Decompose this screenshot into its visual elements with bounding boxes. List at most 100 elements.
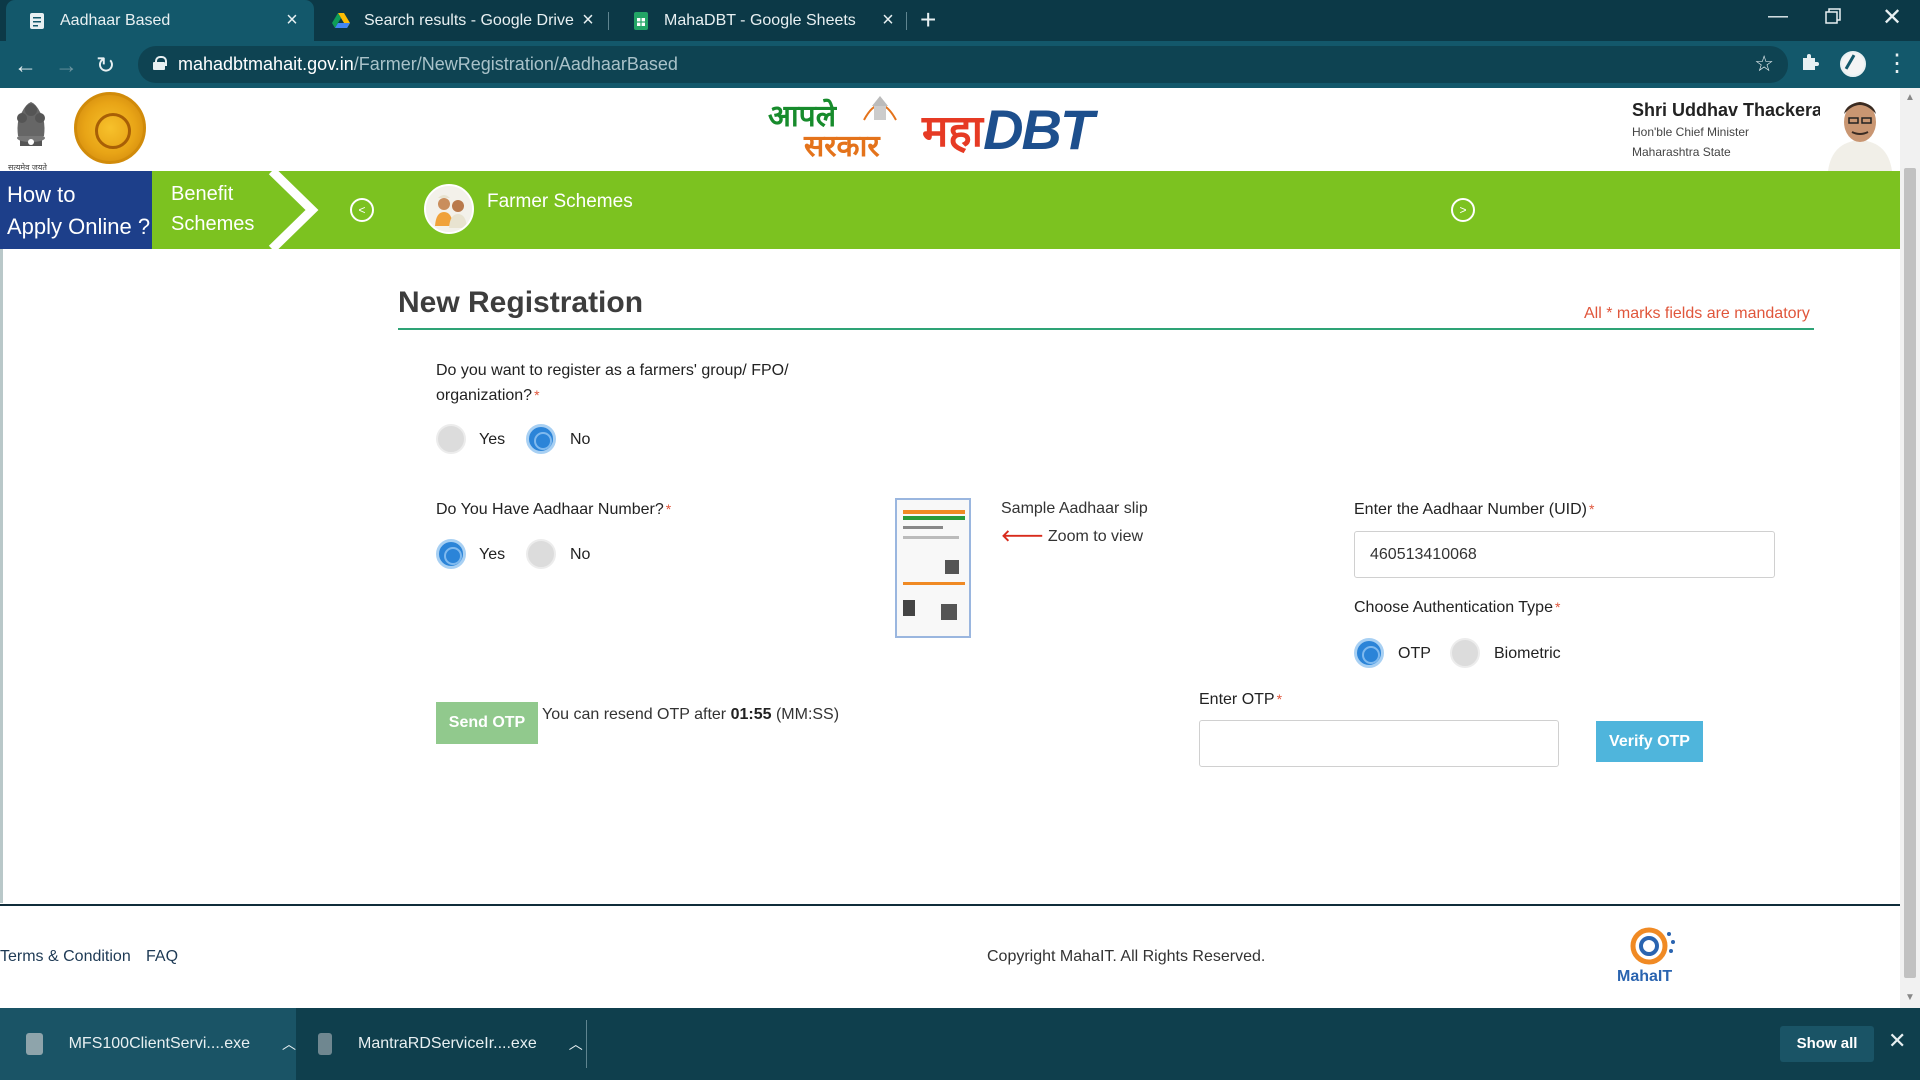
- page-viewport: सत्यमेव जयते आपले सरकार महा DBT Shri Udd…: [0, 88, 1900, 1008]
- download-item[interactable]: MFS100ClientServi....exe ︿: [0, 1008, 296, 1080]
- auth-otp-label[interactable]: OTP: [1398, 645, 1431, 663]
- otp-label: Enter OTP *: [1199, 687, 1282, 712]
- tab-aadhaar-based[interactable]: Aadhaar Based ×: [6, 0, 314, 41]
- lock-icon: [153, 56, 167, 70]
- close-icon[interactable]: ×: [878, 9, 898, 32]
- send-otp-button[interactable]: Send OTP: [436, 702, 538, 744]
- download-shelf: MFS100ClientServi....exe ︿ MantraRDServi…: [0, 1008, 1920, 1080]
- download-filename: MFS100ClientServi....exe: [68, 1035, 250, 1052]
- sample-aadhaar-thumbnail[interactable]: [895, 498, 971, 638]
- download-separator: [586, 1020, 587, 1068]
- page-title: New Registration: [398, 286, 644, 319]
- auth-type-label-text: Choose Authentication Type: [1354, 599, 1553, 616]
- carousel-prev-icon[interactable]: <: [350, 198, 374, 222]
- restore-icon[interactable]: [1825, 7, 1841, 30]
- window-close-icon[interactable]: ✕: [1882, 3, 1902, 32]
- show-all-downloads-button[interactable]: Show all: [1780, 1026, 1874, 1062]
- required-asterisk: *: [1554, 599, 1561, 615]
- verify-otp-button[interactable]: Verify OTP: [1596, 721, 1703, 762]
- tab-title: Search results - Google Drive: [364, 11, 574, 29]
- fpo-no-radio[interactable]: [526, 424, 556, 454]
- close-icon[interactable]: ×: [578, 9, 598, 32]
- how-to-line2: Apply Online ?: [7, 214, 151, 239]
- scroll-up-icon[interactable]: ▲: [1905, 92, 1915, 103]
- farmer-schemes-link[interactable]: Farmer Schemes: [487, 191, 633, 213]
- zoom-to-view-text: Zoom to view: [1047, 528, 1144, 545]
- uid-label-text: Enter the Aadhaar Number (UID): [1354, 501, 1587, 518]
- scrollbar-thumb[interactable]: [1904, 168, 1916, 978]
- mandatory-note: All * marks fields are mandatory: [1584, 305, 1810, 322]
- national-emblem-logo: सत्यमेव जयते: [6, 90, 56, 172]
- scroll-down-icon[interactable]: ▼: [1905, 992, 1915, 1003]
- extensions-puzzle-icon[interactable]: [1800, 52, 1820, 78]
- mahait-logo: MahaIT: [1615, 924, 1687, 990]
- google-drive-icon: [332, 12, 350, 30]
- bookmark-star-icon[interactable]: ☆: [1754, 51, 1774, 77]
- close-icon[interactable]: ×: [282, 9, 302, 32]
- auth-biometric-label[interactable]: Biometric: [1494, 645, 1561, 663]
- url-host: mahadbtmahait.gov.in: [178, 54, 354, 74]
- browser-menu-icon[interactable]: ⋮: [1885, 49, 1909, 78]
- fpo-yes-radio[interactable]: [436, 424, 466, 454]
- aadhaar-no-label[interactable]: No: [570, 546, 590, 564]
- address-bar[interactable]: mahadbtmahait.gov.in/Farmer/NewRegistrat…: [138, 46, 1788, 83]
- sample-aadhaar-label: Sample Aadhaar slip: [1001, 500, 1148, 517]
- benefit-schemes-label: Benefit Schemes: [171, 179, 254, 239]
- chevron-up-icon[interactable]: ︿: [282, 1034, 296, 1054]
- tab-title: Aadhaar Based: [60, 11, 171, 29]
- fpo-question-label: Do you want to register as a farmers' gr…: [436, 358, 789, 408]
- close-shelf-icon[interactable]: ✕: [1888, 1028, 1906, 1054]
- aadhaar-question-label: Do You Have Aadhaar Number? *: [436, 497, 671, 522]
- auth-otp-radio[interactable]: [1354, 638, 1384, 668]
- minimize-icon[interactable]: —: [1768, 5, 1788, 28]
- fpo-question-line1: Do you want to register as a farmers' gr…: [436, 362, 789, 379]
- mahait-logo-text: MahaIT: [1617, 968, 1673, 985]
- terms-link[interactable]: Terms & Condition: [0, 948, 131, 966]
- fpo-no-label[interactable]: No: [570, 431, 590, 449]
- how-to-line1: How to: [7, 182, 76, 207]
- aadhaar-yes-label[interactable]: Yes: [479, 546, 505, 564]
- tab-google-drive[interactable]: Search results - Google Drive ×: [310, 0, 610, 41]
- left-border-line: [0, 249, 3, 903]
- auth-biometric-radio[interactable]: [1450, 638, 1480, 668]
- required-asterisk: *: [665, 501, 672, 517]
- how-to-apply-link[interactable]: How to Apply Online ?: [0, 171, 152, 249]
- aadhaar-number-input[interactable]: [1354, 531, 1775, 578]
- resend-suffix: (MM:SS): [775, 706, 840, 723]
- otp-label-text: Enter OTP: [1199, 691, 1275, 708]
- download-item[interactable]: MantraRDServiceIr....exe ︿: [298, 1008, 586, 1080]
- tab-google-sheets[interactable]: MahaDBT - Google Sheets ×: [610, 0, 910, 41]
- faq-link[interactable]: FAQ: [146, 948, 178, 966]
- aadhaar-no-radio[interactable]: [526, 539, 556, 569]
- back-arrow-icon[interactable]: ←: [14, 52, 37, 79]
- aaple-sarkar-logo: आपले सरकार: [768, 90, 908, 164]
- scheme-nav-bar: How to Apply Online ? Benefit Schemes < …: [0, 167, 1900, 253]
- logo-dbt: DBT: [983, 97, 1094, 161]
- aadhaar-yes-radio[interactable]: [436, 539, 466, 569]
- profile-avatar[interactable]: [1840, 51, 1866, 77]
- footer-divider: [0, 904, 1900, 906]
- cm-state: Maharashtra State: [1632, 145, 1731, 159]
- executable-file-icon: [318, 1033, 332, 1055]
- zoom-to-view-link[interactable]: 🡐 Zoom to view: [1001, 525, 1143, 546]
- page-scrollbar[interactable]: ▲ ▼: [1900, 88, 1920, 1008]
- url-text: mahadbtmahait.gov.in/Farmer/NewRegistrat…: [178, 54, 678, 75]
- download-filename: MantraRDServiceIr....exe: [358, 1035, 537, 1052]
- new-tab-plus-icon[interactable]: +: [920, 4, 936, 36]
- cm-photo: [1820, 90, 1900, 171]
- logo-aaple-line2: सरकार: [804, 129, 880, 164]
- resend-prefix: You can resend OTP after: [542, 706, 727, 723]
- forward-arrow-icon[interactable]: →: [55, 52, 78, 79]
- benefit-line2: Schemes: [171, 213, 255, 235]
- reload-icon[interactable]: ↻: [96, 52, 115, 79]
- uid-label: Enter the Aadhaar Number (UID) *: [1354, 497, 1594, 522]
- required-asterisk: *: [1589, 501, 1595, 517]
- otp-input[interactable]: [1199, 720, 1559, 767]
- farmer-schemes-icon[interactable]: [424, 184, 474, 234]
- chevron-up-icon[interactable]: ︿: [569, 1034, 583, 1054]
- benefit-line1: Benefit: [171, 183, 234, 205]
- url-path: /Farmer/NewRegistration/AadhaarBased: [353, 54, 678, 74]
- carousel-next-icon[interactable]: >: [1451, 198, 1475, 222]
- tab-title: MahaDBT - Google Sheets: [664, 11, 856, 29]
- fpo-yes-label[interactable]: Yes: [479, 431, 505, 449]
